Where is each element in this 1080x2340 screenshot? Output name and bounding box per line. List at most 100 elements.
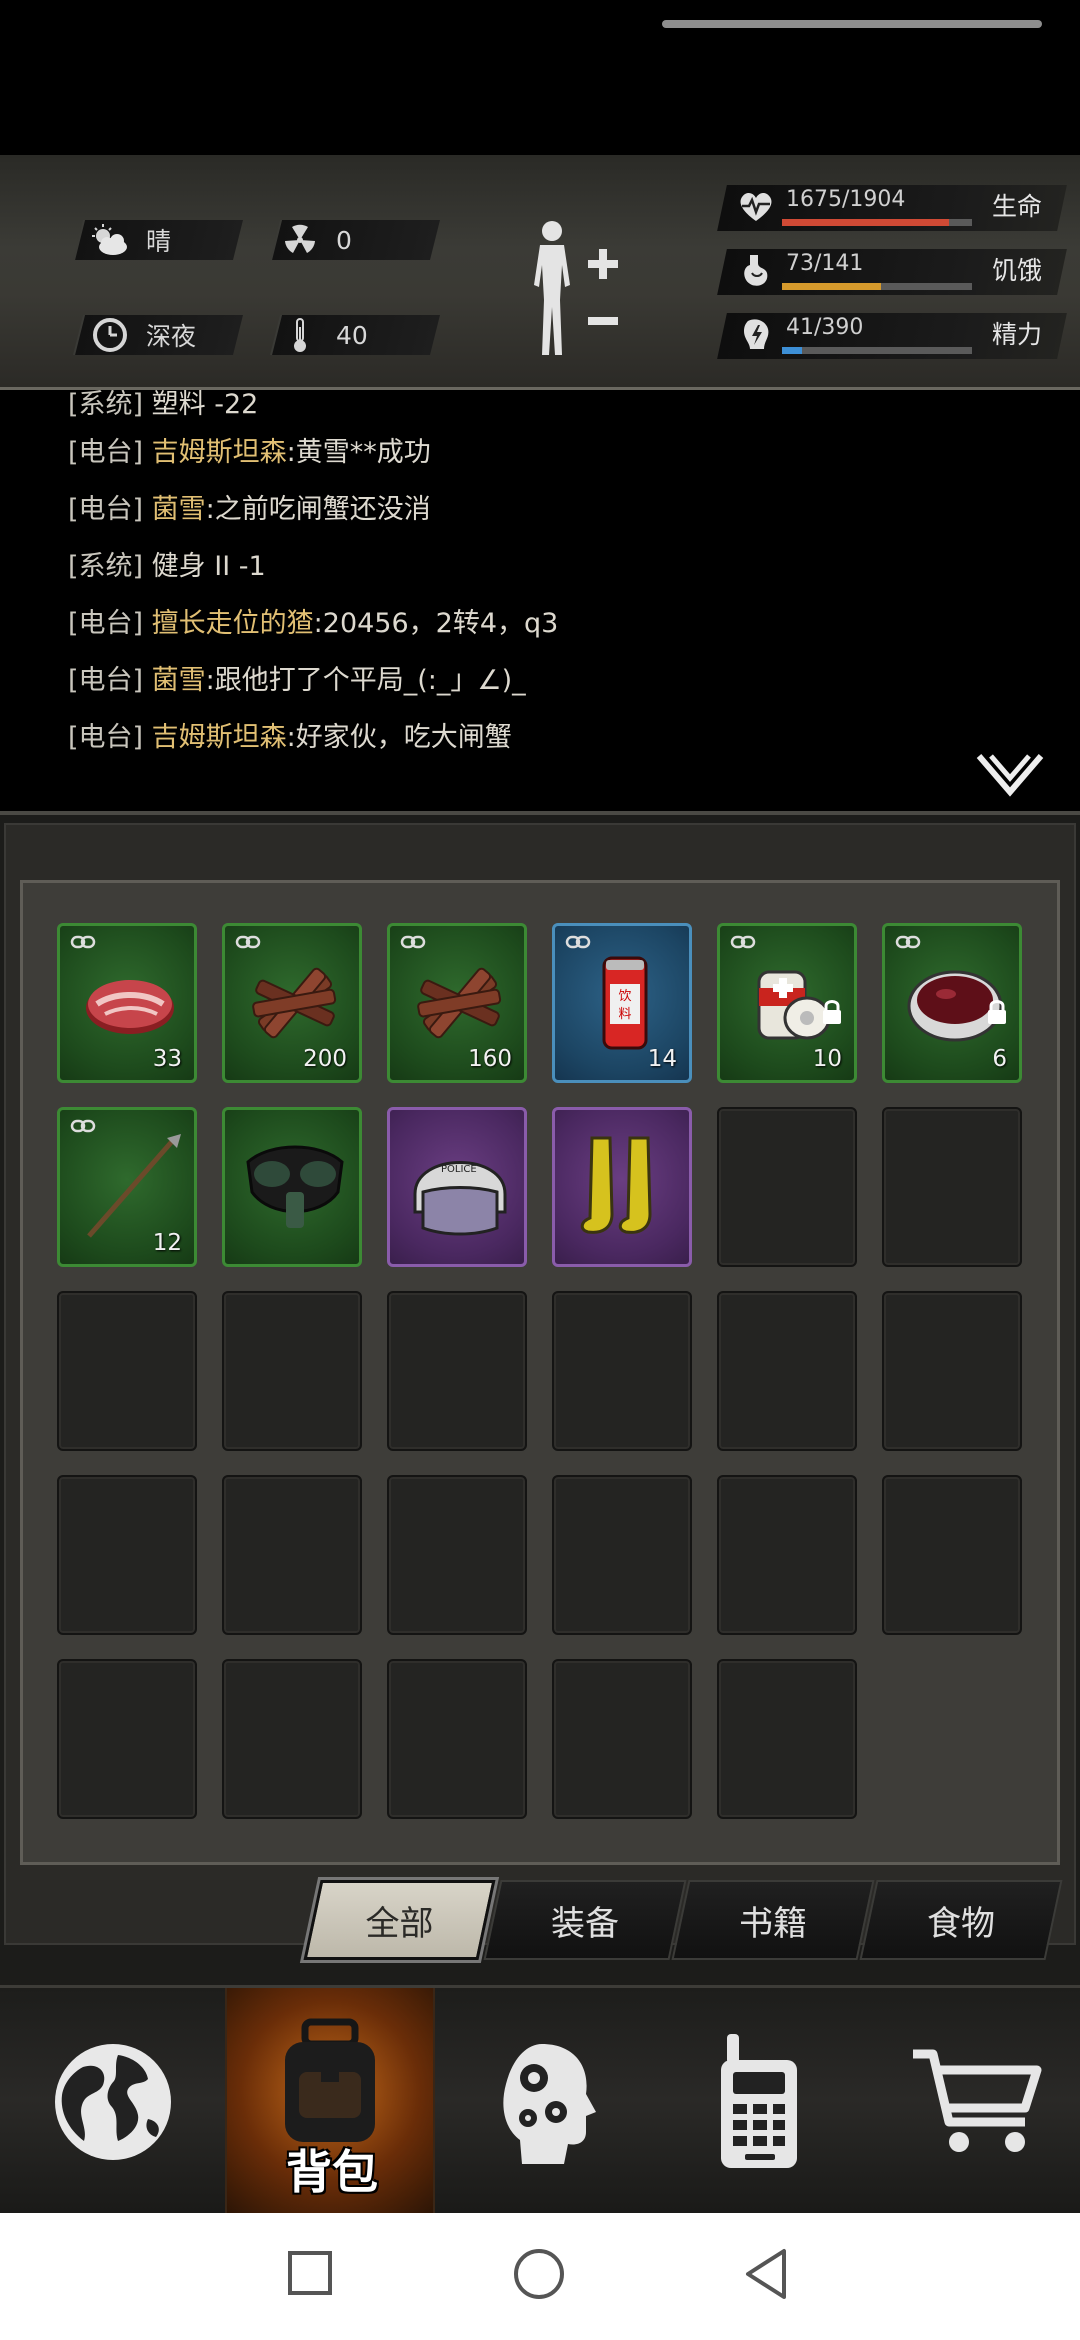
chat-line: [系统] 健身 II -1: [68, 551, 266, 582]
inventory-slot-empty[interactable]: [552, 1291, 692, 1451]
health-value: 1675/1904: [786, 187, 906, 212]
inventory-slot-empty[interactable]: [552, 1659, 692, 1819]
energy-icon: [736, 315, 776, 355]
gas-mask-icon: [240, 1132, 350, 1242]
inventory-slot-empty[interactable]: [717, 1107, 857, 1267]
item-count: 160: [468, 1046, 512, 1072]
status-bar: [0, 0, 1080, 155]
tab-equipment[interactable]: 装备: [483, 1880, 687, 1960]
item-count: 10: [812, 1046, 842, 1072]
svg-text:饮: 饮: [618, 989, 631, 1004]
chat-line: [电台] 菌雪:之前吃闸蟹还没消: [68, 494, 431, 525]
item-count: 200: [303, 1046, 347, 1072]
item-count: 12: [152, 1230, 182, 1256]
inventory-slot-empty[interactable]: [222, 1291, 362, 1451]
inventory-slot-empty[interactable]: [57, 1659, 197, 1819]
inventory-slot-empty[interactable]: [717, 1475, 857, 1635]
link-icon: [400, 934, 426, 950]
svg-text:POLICE: POLICE: [441, 1164, 477, 1175]
item-count: 33: [152, 1046, 182, 1072]
inventory-slot-empty[interactable]: [552, 1475, 692, 1635]
tab-books[interactable]: 书籍: [671, 1880, 875, 1960]
police-helmet-icon: POLICE: [405, 1132, 515, 1242]
nav-skills[interactable]: [442, 1988, 652, 2216]
inventory-slot-soup-bowl[interactable]: 6: [882, 923, 1022, 1083]
square-icon: [288, 2251, 332, 2295]
inventory-slot-yellow-boots[interactable]: [552, 1107, 692, 1267]
temperature-chip: 40: [278, 315, 368, 355]
globe-icon: [55, 2044, 171, 2160]
link-icon: [565, 934, 591, 950]
home-button[interactable]: [512, 2247, 566, 2305]
wood-sticks-icon: [405, 948, 515, 1058]
plus-icon: [588, 249, 618, 279]
inventory-slot-empty[interactable]: [387, 1659, 527, 1819]
nav-world-map[interactable]: [8, 1988, 218, 2216]
inventory-slot-empty[interactable]: [882, 1107, 1022, 1267]
system-nav-bar: [0, 2213, 1080, 2340]
tab-all[interactable]: 全部: [300, 1877, 499, 1963]
chat-collapse-chevron-icon[interactable]: [975, 750, 1045, 800]
back-button[interactable]: [740, 2247, 794, 2305]
nav-radio[interactable]: [657, 1988, 867, 2216]
inventory-slot-steak[interactable]: 33: [57, 923, 197, 1083]
chat-log[interactable]: [系统] 塑料 -22 [电台] 吉姆斯坦森:黄雪**成功 [电台] 菌雪:之前…: [0, 390, 1080, 815]
inventory-slot-empty[interactable]: [717, 1659, 857, 1819]
chat-line: [电台] 吉姆斯坦森:黄雪**成功: [68, 437, 431, 468]
inventory-slot-empty[interactable]: [57, 1291, 197, 1451]
wood-sticks-icon: [240, 948, 350, 1058]
health-bar: [782, 219, 972, 226]
energy-stat: 41/390 精力: [717, 313, 1067, 359]
inventory-slot-wood-sticks[interactable]: 200: [222, 923, 362, 1083]
stomach-icon: [736, 251, 776, 291]
hunger-value: 73/141: [786, 251, 864, 276]
temperature-value: 40: [336, 320, 368, 350]
lock-icon: [820, 998, 844, 1026]
nav-shop[interactable]: [872, 1988, 1080, 2216]
clock-icon: [88, 315, 132, 355]
bottom-nav: 背包: [0, 1985, 1080, 2216]
health-label: 生命: [992, 192, 1043, 221]
item-count: 14: [647, 1046, 677, 1072]
nav-backpack[interactable]: 背包: [225, 1988, 435, 2216]
chat-line: [系统] 塑料 -22: [68, 390, 259, 420]
inventory-slot-empty[interactable]: [387, 1475, 527, 1635]
inventory-slot-empty[interactable]: [717, 1291, 857, 1451]
svg-text:料: 料: [618, 1007, 631, 1022]
link-icon: [730, 934, 756, 950]
inventory-slot-empty[interactable]: [882, 1475, 1022, 1635]
heart-icon: [736, 187, 776, 227]
hud-panel: 晴 0 深夜 40 1675/1904 生命 73/141 饥饿 41/390 …: [0, 155, 1080, 390]
weather-sun-cloud-icon: [88, 220, 132, 260]
backpack-icon: [285, 2018, 375, 2142]
chat-line: [电台] 擅长走位的猹:20456，2转4，q3: [68, 608, 559, 639]
inventory-slot-spear[interactable]: 12: [57, 1107, 197, 1267]
recent-apps-button[interactable]: [286, 2249, 334, 2301]
head-gears-icon: [503, 2044, 596, 2164]
inventory-slot-empty[interactable]: [57, 1475, 197, 1635]
inventory-slot-empty[interactable]: [222, 1659, 362, 1819]
weather-text: 晴: [146, 227, 172, 256]
inventory-slot-gas-mask[interactable]: [222, 1107, 362, 1267]
nav-backpack-label: 背包: [286, 2145, 378, 2199]
inventory-slot-empty[interactable]: [222, 1475, 362, 1635]
human-body-icon: [534, 221, 570, 355]
inventory-slot-police-helmet[interactable]: POLICE: [387, 1107, 527, 1267]
inventory-slot-empty[interactable]: [387, 1291, 527, 1451]
link-icon: [235, 934, 261, 950]
tab-food[interactable]: 食物: [859, 1880, 1063, 1960]
inventory-slot-soda-can[interactable]: 饮料 14: [552, 923, 692, 1083]
inventory-slot-wood-sticks[interactable]: 160: [387, 923, 527, 1083]
minus-icon: [588, 317, 618, 325]
thermometer-icon: [278, 315, 322, 355]
item-count: 6: [992, 1046, 1007, 1072]
body-status-button[interactable]: [520, 215, 630, 365]
walkie-talkie-icon: [721, 2034, 797, 2168]
soda-can-icon: 饮料: [570, 948, 680, 1058]
inventory-slot-empty[interactable]: [882, 1291, 1022, 1451]
yellow-boots-icon: [570, 1132, 680, 1242]
energy-bar: [782, 347, 972, 354]
inventory-slot-bandage[interactable]: 10: [717, 923, 857, 1083]
radiation-chip: 0: [278, 220, 352, 260]
back-triangle-icon: [746, 2249, 786, 2299]
